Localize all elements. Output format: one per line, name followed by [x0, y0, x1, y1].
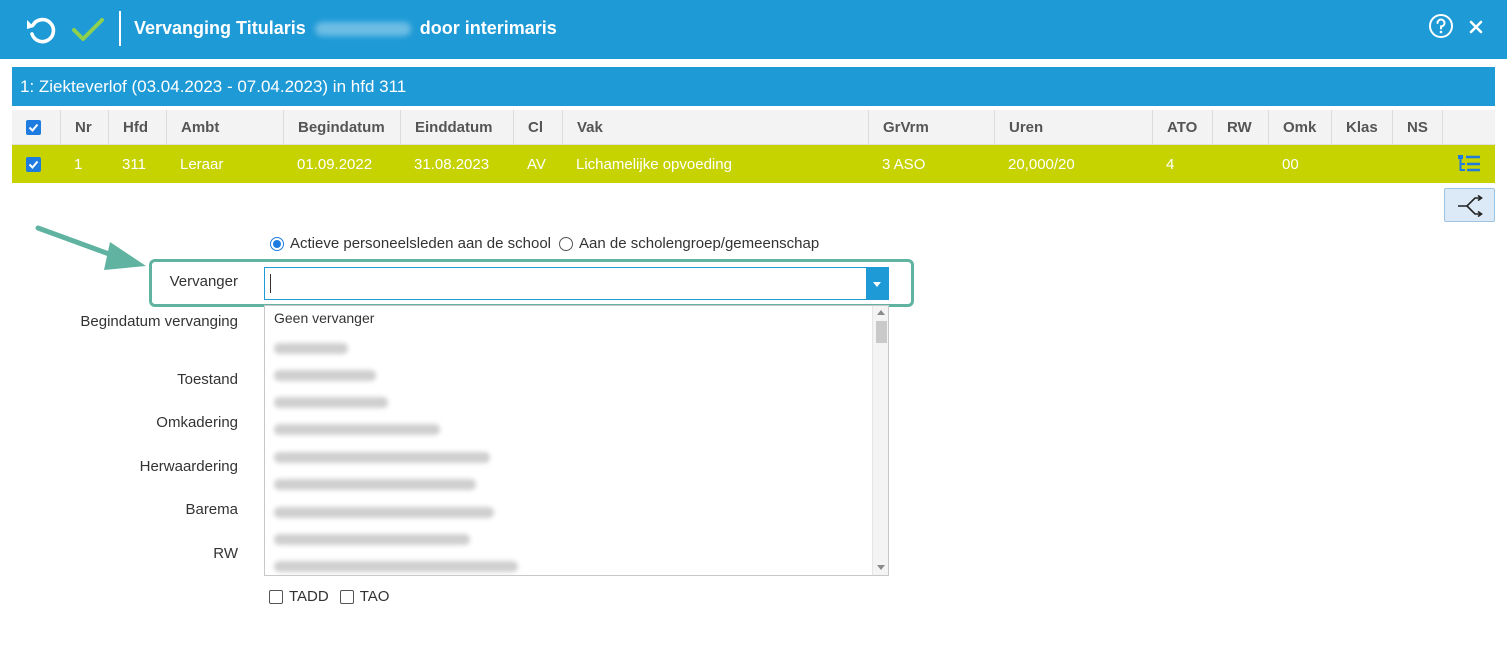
table-row[interactable]: 1 311 Leraar 01.09.2022 31.08.2023 AV Li… — [12, 145, 1495, 183]
list-item[interactable] — [274, 341, 348, 357]
col-header-ns[interactable]: NS — [1392, 110, 1442, 144]
radio-active-staff[interactable] — [270, 236, 284, 251]
redacted-name — [274, 479, 476, 490]
list-item[interactable] — [274, 477, 476, 493]
row-omk: 00 — [1282, 155, 1299, 173]
row-klas — [1331, 145, 1392, 183]
redacted-name — [274, 561, 518, 572]
radio-group-staff-label[interactable]: Aan de scholengroep/gemeenschap — [579, 235, 819, 252]
barema-label: Barema — [185, 501, 238, 518]
radio-group-staff[interactable] — [559, 236, 574, 251]
page-title: Vervanging Titularis door interimaris — [134, 18, 557, 39]
redacted-name — [274, 397, 388, 408]
dropdown-scrollbar[interactable] — [872, 306, 888, 575]
col-header-grvrm[interactable]: GrVrm — [868, 110, 994, 144]
redacted-name — [274, 452, 490, 463]
row-cl: AV — [527, 155, 546, 173]
split-icon — [1458, 195, 1483, 217]
tao-label[interactable]: TAO — [360, 588, 390, 605]
text-cursor — [270, 274, 271, 293]
toestand-label: Toestand — [177, 371, 238, 388]
redacted-name — [314, 22, 411, 37]
title-suffix: door interimaris — [419, 18, 557, 38]
col-header-cl[interactable]: Cl — [513, 110, 562, 144]
vervanger-label: Vervanger — [169, 273, 238, 290]
row-vak: Lichamelijke opvoeding — [576, 155, 732, 173]
list-item-geen-vervanger[interactable]: Geen vervanger — [274, 310, 374, 326]
col-header-einddatum[interactable]: Einddatum — [400, 110, 513, 144]
redacted-name — [274, 370, 376, 381]
row-nr: 1 — [74, 155, 83, 173]
toolbar-separator — [119, 11, 121, 46]
row-uren: 20,000/20 — [1008, 155, 1075, 173]
vervanger-combobox[interactable] — [264, 267, 889, 300]
omkadering-label: Omkadering — [156, 414, 238, 431]
absence-heading: 1: Ziekteverlof (03.04.2023 - 07.04.2023… — [12, 67, 1495, 106]
begindatum-vervanging-label: Begindatum vervanging — [80, 313, 238, 330]
list-item[interactable] — [274, 450, 490, 466]
list-item[interactable] — [274, 559, 518, 575]
herwaardering-label: Herwaardering — [139, 458, 238, 475]
scroll-up-icon[interactable] — [877, 310, 885, 315]
tree-list-icon[interactable] — [1457, 153, 1481, 175]
col-header-hfd[interactable]: Hfd — [108, 110, 166, 144]
assignment-table-header: Nr Hfd Ambt Begindatum Einddatum Cl Vak … — [12, 110, 1495, 145]
tao-checkbox[interactable] — [339, 589, 354, 604]
staff-scope-radio-group: Actieve personeelsleden aan de school Aa… — [270, 235, 819, 252]
undo-icon[interactable] — [24, 12, 60, 48]
row-ns — [1392, 145, 1442, 183]
check-icon[interactable] — [70, 12, 106, 48]
col-header-omk[interactable]: Omk — [1268, 110, 1331, 144]
title-prefix: Vervanging Titularis — [134, 18, 306, 38]
col-header-rw[interactable]: RW — [1212, 110, 1268, 144]
rw-label: RW — [213, 545, 238, 562]
list-item[interactable] — [274, 505, 494, 521]
split-assignment-button[interactable] — [1444, 188, 1495, 222]
col-header-klas[interactable]: Klas — [1331, 110, 1392, 144]
row-einddatum: 31.08.2023 — [414, 155, 490, 173]
col-header-actions — [1442, 110, 1495, 144]
row-begindatum: 01.09.2022 — [297, 155, 373, 173]
tadd-label[interactable]: TADD — [289, 588, 329, 605]
scroll-thumb[interactable] — [876, 321, 887, 343]
redacted-name — [274, 534, 470, 545]
list-item[interactable] — [274, 422, 440, 438]
col-header-ambt[interactable]: Ambt — [166, 110, 283, 144]
redacted-name — [274, 343, 348, 354]
tadd-checkbox[interactable] — [269, 589, 283, 604]
help-icon[interactable] — [1428, 13, 1454, 39]
row-hfd: 311 — [122, 155, 146, 173]
row-ambt: Leraar — [180, 155, 224, 173]
scroll-down-icon[interactable] — [877, 565, 885, 570]
row-grvrm: 3 ASO — [882, 155, 926, 173]
radio-active-staff-label[interactable]: Actieve personeelsleden aan de school — [290, 235, 551, 252]
select-all-cell — [12, 110, 60, 144]
row-checkbox[interactable] — [26, 156, 41, 172]
vervanger-dropdown-list[interactable]: Geen vervanger — [264, 305, 889, 576]
row-rw — [1212, 145, 1268, 183]
dropdown-arrow-icon[interactable] — [866, 268, 888, 299]
col-header-uren[interactable]: Uren — [994, 110, 1152, 144]
redacted-name — [274, 507, 494, 518]
tadd-tao-checkboxes: TADD TAO — [269, 588, 389, 605]
row-ato: 4 — [1166, 155, 1175, 173]
list-item[interactable] — [274, 395, 388, 411]
title-bar: Vervanging Titularis door interimaris — [0, 0, 1507, 59]
col-header-vak[interactable]: Vak — [562, 110, 868, 144]
row-select-cell — [12, 145, 60, 183]
select-all-checkbox[interactable] — [26, 119, 41, 135]
annotation-arrow-icon — [35, 225, 146, 270]
col-header-begindatum[interactable]: Begindatum — [283, 110, 400, 144]
close-icon[interactable] — [1466, 17, 1486, 37]
redacted-name — [274, 424, 440, 435]
col-header-ato[interactable]: ATO — [1152, 110, 1212, 144]
list-item[interactable] — [274, 368, 376, 384]
list-item[interactable] — [274, 532, 470, 548]
col-header-nr[interactable]: Nr — [60, 110, 108, 144]
